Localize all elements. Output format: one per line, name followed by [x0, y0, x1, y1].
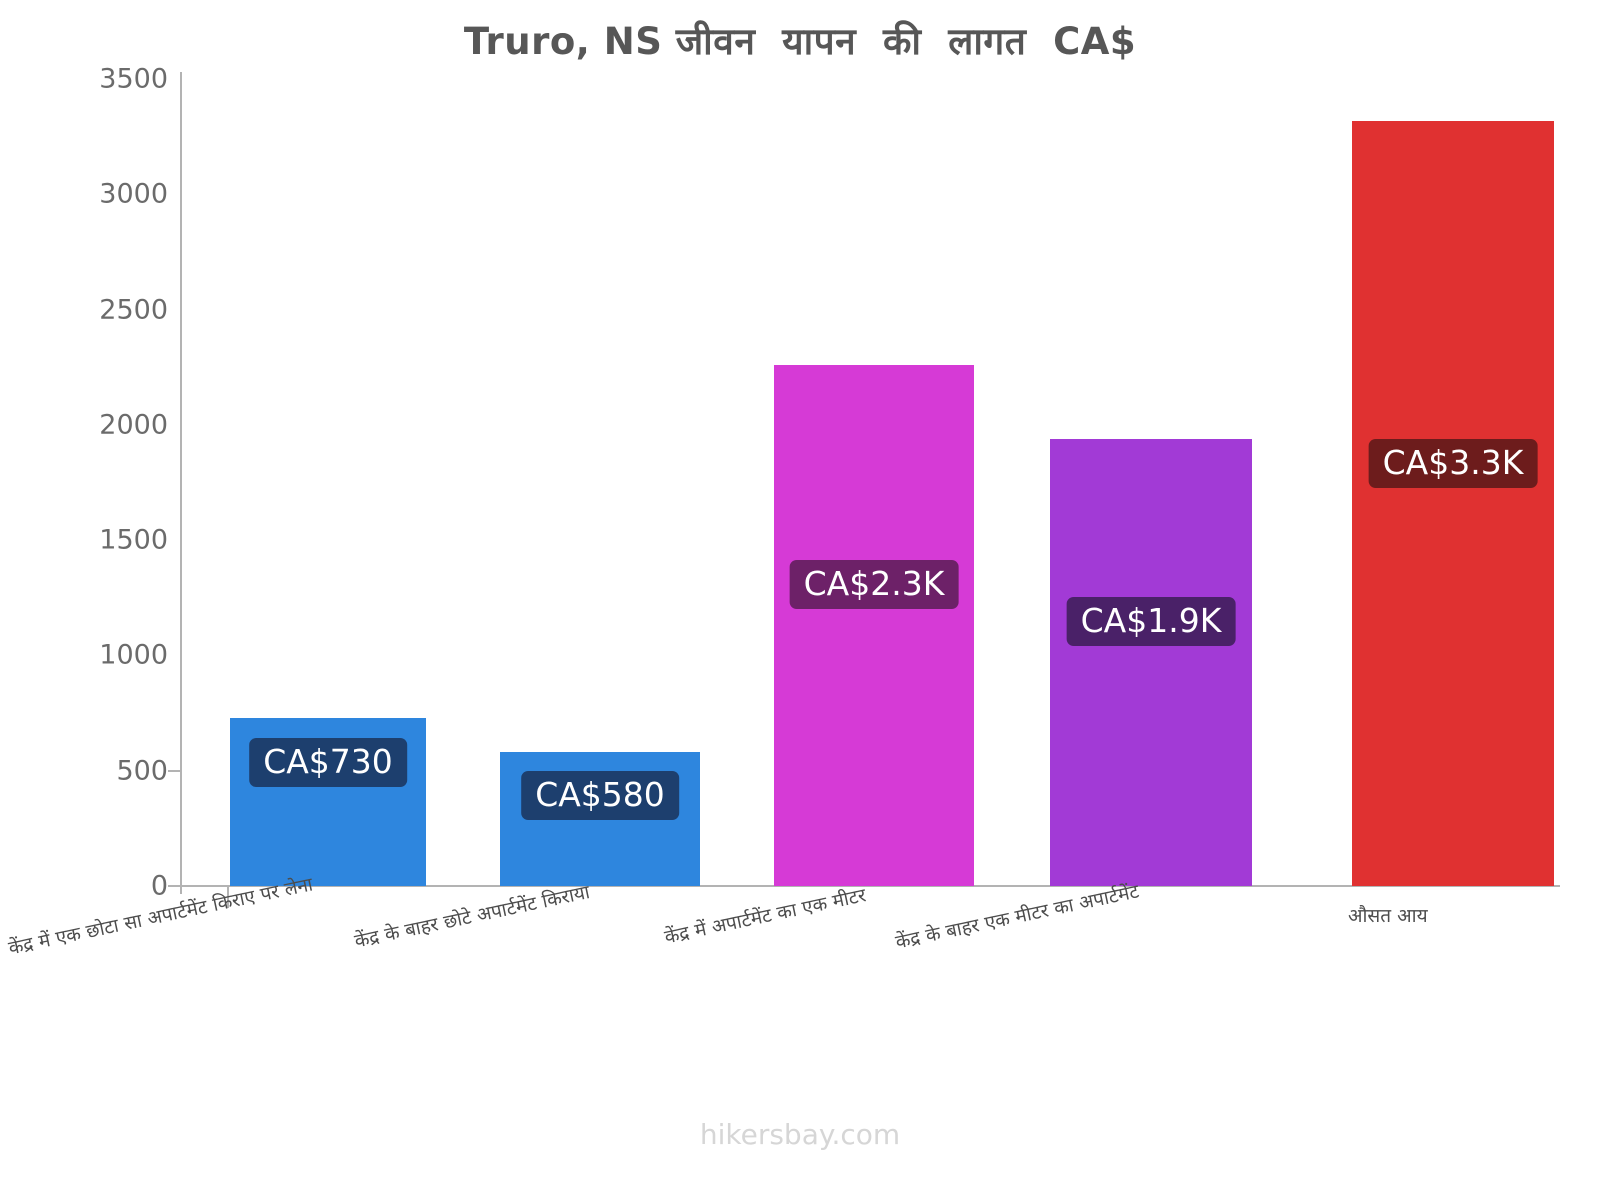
plot-area: CA$730 CA$580 CA$2.3K CA$1.9K CA$3.3K [180, 79, 1560, 886]
y-axis-tick-3000: 3000 [99, 178, 168, 210]
chart-title: Truro, NS जीवन यापन की लागत CA$ [463, 20, 1137, 63]
bar-value-label: CA$1.9K [1066, 596, 1236, 646]
bar-price-per-sqm-center[interactable]: CA$2.3K [774, 364, 974, 886]
y-axis-tick-1500: 1500 [99, 524, 168, 556]
bar-rent-small-apartment-outside-center[interactable]: CA$580 [500, 752, 700, 886]
bar-value-label: CA$580 [521, 771, 679, 821]
bar-price-per-sqm-outside-center[interactable]: CA$1.9K [1050, 438, 1252, 886]
footer-credit: hikersbay.com [699, 1118, 901, 1151]
y-axis-tick-2000: 2000 [99, 409, 168, 441]
bar-value-label: CA$2.3K [789, 559, 959, 609]
y-axis-tick-0: 0 [150, 870, 168, 902]
bar-average-income[interactable]: CA$3.3K [1352, 120, 1554, 886]
bar-rent-small-apartment-center[interactable]: CA$730 [230, 717, 426, 886]
bar-value-label: CA$730 [249, 737, 407, 787]
bar-value-label: CA$3.3K [1368, 438, 1538, 488]
bar-chart: Truro, NS जीवन यापन की लागत CA$ 0 500 10… [0, 0, 1600, 1200]
x-axis-label-average-income: औसत आय [1348, 905, 1428, 927]
x-axis-label-rent-small-apartment-outside-center: केंद्र के बाहर छोटे अपार्टमेंट किराया [352, 881, 592, 953]
y-axis-tick-3500: 3500 [99, 63, 168, 95]
y-axis-tick-500: 500 [116, 755, 168, 787]
y-axis-tick-1000: 1000 [99, 639, 168, 671]
y-axis-tick-2500: 2500 [99, 294, 168, 326]
x-axis-label-price-per-sqm-outside-center: केंद्र के बाहर एक मीटर का अपार्टमेंट [893, 880, 1141, 954]
x-axis-label-price-per-sqm-center: केंद्र में अपार्टमेंट का एक मीटर [662, 884, 868, 949]
